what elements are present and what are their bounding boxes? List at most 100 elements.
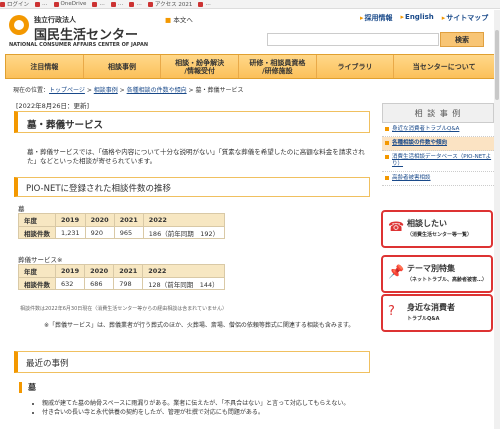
pin-icon: 📌 (388, 265, 405, 280)
page-title: 墓・葬儀サービス (14, 111, 370, 133)
bookmark-label: … (117, 1, 124, 7)
table-header: 2020 (84, 264, 115, 278)
grave-table: 年度 2019 2020 2021 2022 相談件数 1,231 920 96… (18, 213, 226, 239)
banner-subtitle: トラブルQ&A (407, 316, 440, 322)
nav-featured[interactable]: 注目情報 (6, 55, 84, 78)
banner-subtitle: （消費生活センター等一覧） (407, 232, 473, 238)
bookmark-item[interactable]: … (35, 0, 48, 8)
table-header: 2021 (113, 264, 144, 278)
table-header: 2019 (54, 264, 86, 278)
table-header: 年度 (18, 264, 56, 278)
row-label: 相談件数 (18, 226, 56, 239)
funeral-table: 年度 2019 2020 2021 2022 相談件数 632 686 798 … (18, 264, 225, 290)
bookmark-icon (198, 1, 204, 7)
nav-training[interactable]: 研修・相談員資格 /研修施設 (239, 55, 317, 78)
scrollbar[interactable] (494, 10, 500, 429)
phone-icon: ☎ (388, 220, 405, 235)
table-cell: 686 (84, 277, 115, 290)
logo-mark-icon (9, 15, 29, 35)
bookmark-label: アクセス 2021 (154, 2, 193, 8)
bookmark-label: … (205, 1, 211, 7)
list-item: 付き合いの長い寺と永代供養の契約をしたが、管理が杜撰で対応にも問題がある。 (42, 408, 370, 417)
question-icon: ? (388, 304, 395, 319)
bookmark-item[interactable]: OneDrive (53, 0, 87, 8)
skip-to-content[interactable]: ■ 本文へ (165, 14, 193, 24)
bookmark-item[interactable]: … (129, 0, 142, 8)
sidebar-title: 相 談 事 例 (382, 103, 494, 123)
table-cell: 186（前年同期 192） (142, 226, 226, 239)
table1-label: 墓 (18, 205, 25, 213)
table2-label: 葬儀サービス※ (18, 256, 63, 264)
nav-about[interactable]: 当センターについて (394, 55, 494, 78)
list-item: 親戚が建てた墓の納骨スペースに雨漏りがある。業者に伝えたが、「不具合はない」と言… (42, 399, 370, 408)
banner-title: 相談したい (407, 219, 447, 228)
row-label: 相談件数 (18, 277, 56, 290)
table-cell: 1,231 (55, 226, 86, 239)
breadcrumb-sep: > (84, 87, 94, 94)
bookmark-icon (129, 1, 135, 7)
skip-label: 本文へ (173, 16, 193, 24)
table-header: 2020 (84, 213, 115, 227)
theme-banner[interactable]: 📌 テーマ別特集 （ネットトラブル、高齢者被害…） (381, 255, 493, 293)
site-logo[interactable]: 独立行政法人 国民生活センター NATIONAL CONSUMER AFFAIR… (7, 13, 149, 49)
bookmark-icon (35, 1, 41, 7)
breadcrumb-cases[interactable]: 相談事例 (94, 87, 118, 94)
sidebar-item-elderly[interactable]: 高齢者被害相談 (382, 172, 494, 186)
logo-title: 国民生活センター (34, 28, 139, 43)
table-header: 年度 (18, 213, 56, 227)
nav-dispute[interactable]: 相談・紛争解決 /情報受付 (161, 55, 240, 78)
table-header: 2021 (113, 213, 144, 227)
sidebar-item-database[interactable]: 消費生活相談データベース（PIO-NETより） (382, 151, 494, 172)
banner-subtitle: （ネットトラブル、高齢者被害…） (407, 277, 488, 283)
table-cell: 965 (113, 226, 144, 239)
top-link-english[interactable]: English (401, 13, 434, 23)
nav-library[interactable]: ライブラリ (317, 55, 395, 78)
breadcrumb-current: 墓・葬儀サービス (195, 87, 244, 94)
table-cell: 632 (54, 277, 86, 290)
table-note: 相談件数は2022年6月30日現在（消費生活センター等からの経由相談は含まれてい… (20, 306, 227, 312)
bookmark-label: ログイン (7, 2, 30, 8)
bookmarks-bar: ログイン … OneDrive … … … アクセス 2021 … (0, 0, 500, 9)
cases-heading: 最近の事例 (14, 351, 370, 373)
consult-banner[interactable]: ☎ 相談したい （消費生活センター等一覧） (381, 210, 493, 248)
table-header: 2022 (142, 213, 226, 227)
search-button[interactable]: 検索 (440, 32, 484, 47)
global-nav: 注目情報 相談事例 相談・紛争解決 /情報受付 研修・相談員資格 /研修施設 ラ… (5, 54, 495, 79)
bookmark-icon (110, 1, 116, 7)
bookmark-item[interactable]: ログイン (0, 0, 29, 8)
bookmark-label: … (136, 1, 142, 7)
stats-heading: PIO-NETに登録された相談件数の推移 (14, 177, 370, 197)
bookmark-item[interactable]: アクセス 2021 (147, 0, 193, 8)
bookmark-icon (0, 1, 5, 7)
bookmark-icon (147, 1, 153, 7)
banner-title: テーマ別特集 (407, 264, 455, 273)
bookmark-item[interactable]: … (92, 0, 105, 8)
bookmark-item[interactable]: … (110, 0, 124, 8)
table-cell: 128（前年同期 144） (142, 277, 225, 290)
nav-cases[interactable]: 相談事例 (84, 55, 162, 78)
qa-banner[interactable]: ? 身近な消費者 トラブルQ&A (381, 294, 493, 332)
bookmark-icon (92, 1, 98, 7)
logo-english: NATIONAL CONSUMER AFFAIRS CENTER OF JAPA… (9, 42, 149, 48)
breadcrumb-trends[interactable]: 各種相談の件数や傾向 (127, 87, 187, 94)
bookmark-icon (53, 1, 59, 7)
search-input[interactable] (267, 33, 439, 46)
breadcrumb: 現在の位置：トップページ > 相談事例 > 各種相談の件数や傾向 > 墓・葬儀サ… (13, 85, 243, 94)
breadcrumb-sep: > (117, 87, 127, 94)
banner-title: 身近な消費者 (407, 303, 455, 312)
bookmark-label: OneDrive (60, 1, 87, 7)
intro-text: 墓・葬儀サービスでは、「価格や内容について十分な説明がない」「質素な葬儀を希望し… (27, 148, 365, 165)
scrollbar-thumb[interactable] (495, 30, 499, 100)
bookmark-label: … (42, 1, 48, 7)
case-list: 親戚が建てた墓の納骨スペースに雨漏りがある。業者に伝えたが、「不具合はない」と言… (36, 399, 370, 417)
sidebar-item-trends[interactable]: 各種相談の件数や傾向 (382, 137, 494, 151)
sidebar-item-qa[interactable]: 身近な消費者トラブルQ&A (382, 123, 494, 137)
top-link-recruit[interactable]: 採用情報 (360, 13, 393, 23)
breadcrumb-top[interactable]: トップページ (49, 87, 85, 94)
cases-subheading: 墓 (19, 382, 36, 393)
table-header: 2019 (55, 213, 86, 227)
bookmark-item[interactable]: … (198, 0, 211, 8)
top-link-sitemap[interactable]: サイトマップ (442, 13, 488, 23)
breadcrumb-prefix: 現在の位置： (13, 87, 50, 94)
funeral-note: ※「葬儀サービス」は、葬儀業者が行う葬式のほか、火葬場、斎場、僧侶の依頼等葬式に… (44, 322, 355, 329)
